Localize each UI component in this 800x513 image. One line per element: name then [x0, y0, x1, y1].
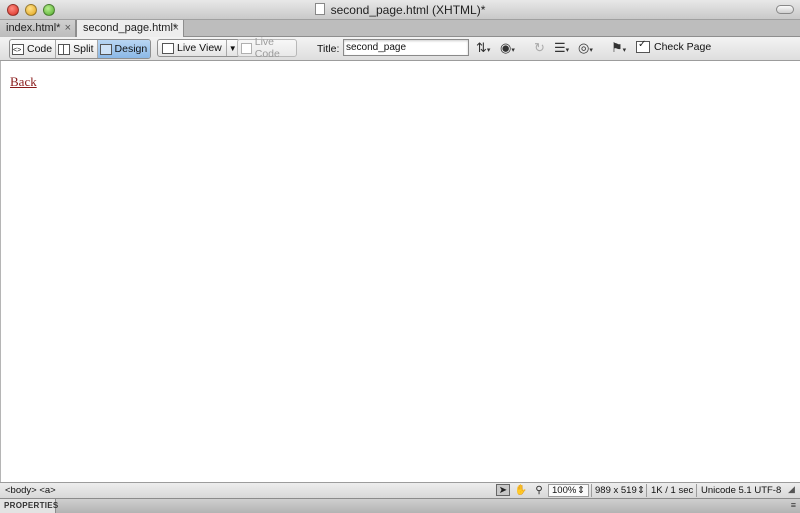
- back-link[interactable]: Back: [10, 74, 37, 90]
- design-view-label: Design: [114, 42, 148, 55]
- tab-second-page-html[interactable]: second_page.html* ×: [76, 20, 184, 38]
- hand-tool-icon[interactable]: ✋: [514, 484, 528, 496]
- view-mode-group: Code Split Design: [9, 39, 152, 59]
- zoom-value: 100%: [552, 485, 577, 496]
- properties-panel-bar: PROPERTIES ≡: [0, 498, 800, 513]
- code-view-icon: [12, 42, 24, 58]
- live-view-button[interactable]: Live View ▼: [157, 39, 240, 57]
- zoom-stepper-icon: ⇕: [577, 485, 585, 496]
- live-code-button[interactable]: Live Code: [237, 36, 297, 60]
- resize-grip-icon[interactable]: ◢: [788, 484, 798, 496]
- preview-in-browser-icon[interactable]: ◉▾: [500, 41, 515, 58]
- title-bar: second_page.html (XHTML)*: [0, 0, 800, 20]
- document-tab-bar: index.html* × second_page.html* ×: [0, 20, 800, 38]
- tag-selector[interactable]: <body> <a>: [5, 485, 56, 496]
- validate-markup-icon[interactable]: ⚑▾: [611, 41, 626, 58]
- tab-close-icon[interactable]: ×: [173, 20, 179, 36]
- check-page-icon: [636, 39, 650, 53]
- zoom-tool-icon[interactable]: ⚲: [532, 484, 546, 496]
- design-view-icon: [99, 43, 112, 55]
- tab-label: second_page.html*: [83, 22, 178, 34]
- encoding-value: Unicode 5.1 UTF-8: [701, 485, 782, 496]
- tab-label: index.html*: [6, 22, 61, 34]
- window-title: second_page.html (XHTML)*: [0, 3, 800, 17]
- design-view-canvas[interactable]: Back: [0, 61, 800, 482]
- code-view-button[interactable]: Code: [10, 40, 57, 58]
- window-size-stepper-icon[interactable]: ⇕: [637, 485, 645, 496]
- live-code-label: Live Code: [254, 36, 280, 60]
- check-page-button[interactable]: Check Page: [636, 39, 712, 53]
- design-view-button[interactable]: Design: [97, 40, 151, 58]
- tab-close-icon[interactable]: ×: [65, 20, 71, 36]
- live-view-icon: [162, 42, 174, 54]
- download-size-value: 1K / 1 sec: [651, 485, 694, 496]
- tab-index-html[interactable]: index.html* ×: [0, 20, 76, 37]
- status-divider: [591, 484, 592, 497]
- toolbar-toggle-button[interactable]: [776, 5, 794, 14]
- window-title-text: second_page.html (XHTML)*: [330, 3, 486, 17]
- live-view-label: Live View: [177, 42, 222, 54]
- status-divider: [696, 484, 697, 497]
- code-view-label: Code: [27, 42, 53, 55]
- status-divider: [646, 484, 647, 497]
- split-view-icon: [58, 43, 71, 55]
- view-options-icon[interactable]: ☰▾: [554, 41, 569, 58]
- status-tools: ➤ ✋ ⚲: [496, 484, 546, 496]
- properties-tab[interactable]: PROPERTIES: [0, 499, 58, 513]
- document-icon: [314, 3, 325, 15]
- zoom-select[interactable]: 100% ⇕: [548, 484, 589, 497]
- select-tool-icon[interactable]: ➤: [496, 484, 510, 496]
- window-size-value[interactable]: 989 x 519: [595, 485, 637, 496]
- split-view-button[interactable]: Split: [56, 40, 98, 58]
- status-bar: <body> <a> ➤ ✋ ⚲ 100% ⇕ 989 x 519 ⇕ 1K /…: [0, 482, 800, 498]
- panel-options-icon[interactable]: ≡: [791, 500, 796, 510]
- live-code-icon: [241, 42, 252, 54]
- check-page-label: Check Page: [654, 41, 712, 53]
- split-view-label: Split: [73, 42, 94, 55]
- visual-aids-icon[interactable]: ◎▾: [578, 41, 593, 58]
- page-title-input[interactable]: [343, 39, 469, 56]
- file-management-icon[interactable]: ⇅▾: [476, 41, 490, 58]
- refresh-icon[interactable]: ↻: [534, 41, 545, 55]
- title-label: Title:: [317, 43, 340, 55]
- document-toolbar: Code Split Design Live View ▼ Live Code …: [0, 36, 800, 61]
